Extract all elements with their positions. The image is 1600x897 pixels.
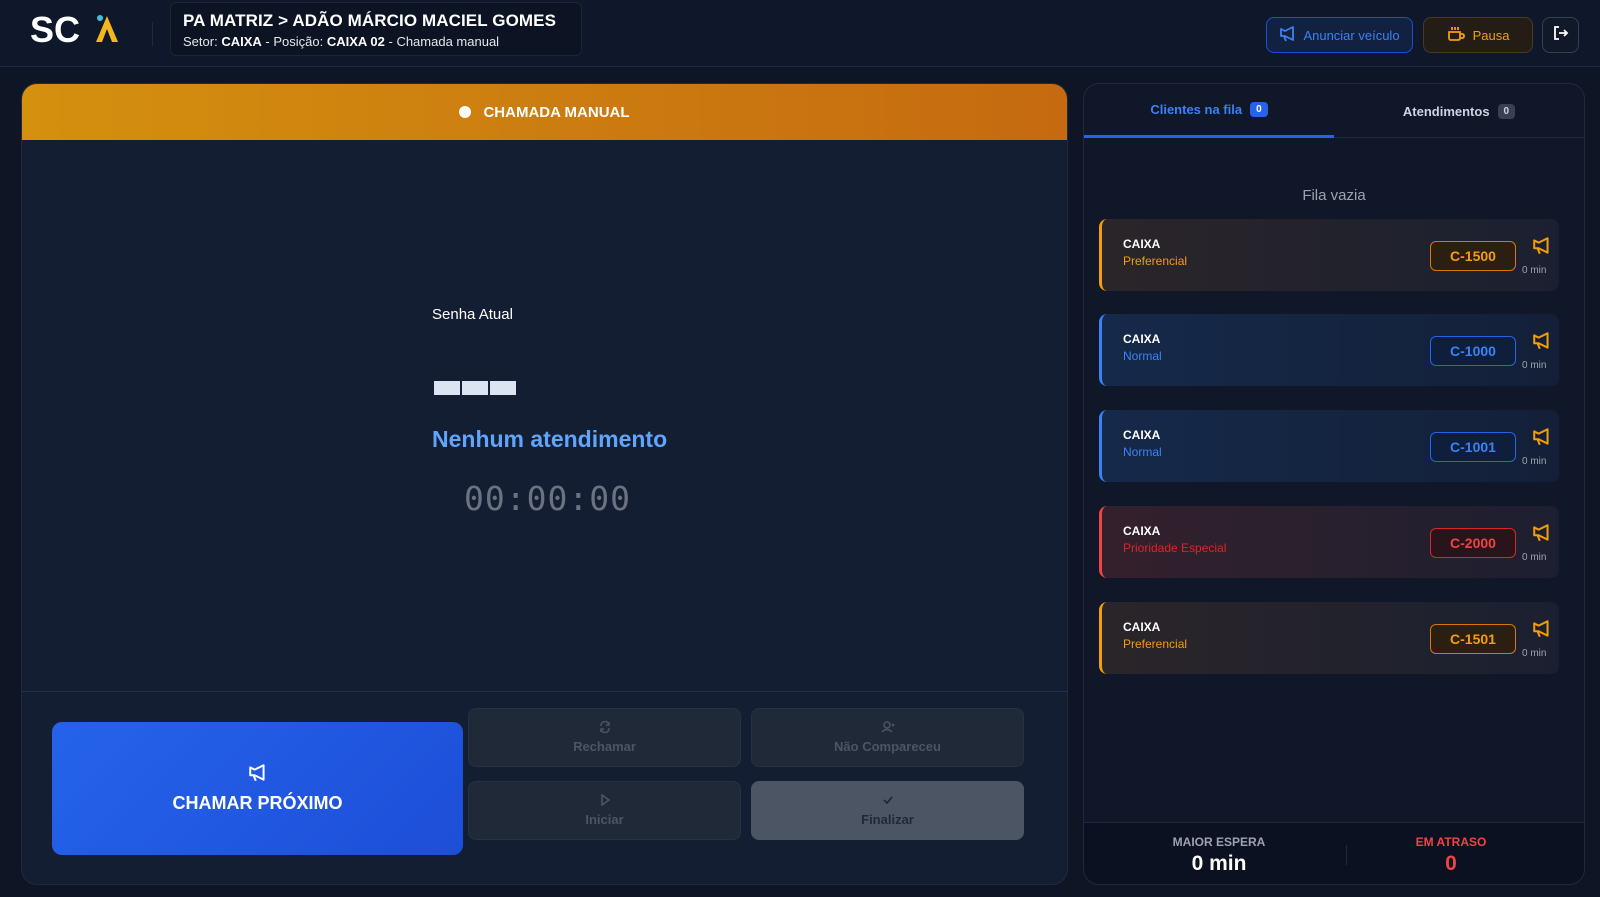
pause-label: Pausa [1472, 27, 1510, 43]
finish-button[interactable]: Finalizar [751, 781, 1024, 840]
logout-button[interactable] [1542, 17, 1579, 53]
late-stat: EM ATRASO 0 [1326, 835, 1576, 876]
refresh-icon [599, 720, 611, 736]
position-subtitle: Setor: CAIXA - Posição: CAIXA 02 - Chama… [183, 34, 569, 49]
call-ticket-icon[interactable] [1532, 524, 1554, 544]
ticket-code-badge: C-2000 [1430, 528, 1516, 558]
recall-button[interactable]: Rechamar [468, 708, 741, 767]
queue-item-type: Normal [1123, 349, 1162, 363]
queue-item[interactable]: CAIXA Prioridade Especial C-2000 0 min [1099, 506, 1559, 578]
recall-label: Rechamar [573, 739, 636, 754]
setor-value: CAIXA [221, 34, 262, 49]
wait-time: 0 min [1522, 265, 1547, 276]
top-header: SC PA MATRIZ > ADÃO MÁRCIO MACIEL GOMES … [0, 0, 1600, 67]
setor-label: Setor: [183, 34, 218, 49]
check-icon [882, 794, 894, 809]
finish-label: Finalizar [861, 812, 914, 827]
ticket-code-badge: C-1501 [1430, 624, 1516, 654]
announce-vehicle-button[interactable]: Anunciar veículo [1266, 17, 1413, 53]
pause-button[interactable]: Pausa [1423, 17, 1533, 53]
call-ticket-icon[interactable] [1532, 620, 1554, 640]
location-title-box: PA MATRIZ > ADÃO MÁRCIO MACIEL GOMES Set… [170, 2, 582, 56]
call-ticket-icon[interactable] [1532, 237, 1554, 257]
svg-text:SC: SC [30, 10, 80, 50]
coffee-icon [1447, 26, 1465, 45]
call-ticket-icon[interactable] [1532, 332, 1554, 352]
queue-item-type: Prioridade Especial [1123, 541, 1227, 555]
wait-time: 0 min [1522, 456, 1547, 467]
ticket-placeholder-block [462, 381, 488, 395]
queue-item-sector: CAIXA [1123, 620, 1161, 634]
call-ticket-icon[interactable] [1532, 428, 1554, 448]
tab-label: Atendimentos [1402, 103, 1490, 119]
ticket-code-badge: C-1500 [1430, 241, 1516, 271]
call-next-label: CHAMAR PRÓXIMO [172, 792, 343, 813]
play-icon [599, 793, 611, 809]
queue-item-sector: CAIXA [1123, 524, 1161, 538]
start-button[interactable]: Iniciar [468, 781, 741, 840]
call-mode-text: - Chamada manual [388, 34, 500, 49]
queue-stats-footer: MAIOR ESPERA 0 min EM ATRASO 0 [1084, 822, 1584, 884]
actions-divider [22, 691, 1067, 692]
queue-item-type: Preferencial [1123, 637, 1188, 651]
current-ticket-placeholder [434, 381, 516, 395]
ticket-placeholder-block [434, 381, 460, 395]
start-label: Iniciar [585, 812, 624, 827]
service-timer: 00:00:00 [464, 479, 631, 518]
queue-item-type: Preferencial [1123, 254, 1188, 268]
banner-label: CHAMADA MANUAL [483, 103, 630, 121]
max-wait-value: 0 min [1191, 852, 1247, 875]
megaphone-icon [1279, 25, 1297, 45]
call-mode-banner: CHAMADA MANUAL [22, 84, 1067, 140]
app-logo: SC [30, 9, 125, 50]
current-ticket-label: Senha Atual [432, 306, 513, 323]
status-dot-icon [459, 106, 472, 118]
queue-item-sector: CAIXA [1123, 428, 1161, 442]
tab-clients-in-queue[interactable]: Clientes na fila 0 [1084, 84, 1334, 138]
tab-label: Clientes na fila [1150, 102, 1243, 117]
wait-time: 0 min [1522, 360, 1547, 371]
ticket-code-badge: C-1001 [1430, 432, 1516, 462]
queue-item-sector: CAIXA [1123, 332, 1161, 346]
ticket-placeholder-block [490, 381, 516, 395]
posicao-value: CAIXA 02 [326, 34, 385, 49]
wait-time: 0 min [1522, 648, 1547, 659]
queue-item[interactable]: CAIXA Normal C-1000 0 min [1099, 314, 1559, 386]
tab-attendances[interactable]: Atendimentos 0 [1334, 84, 1584, 138]
tab-count-badge: 0 [1497, 103, 1516, 119]
empty-queue-text: Fila vazia [1302, 187, 1366, 204]
ticket-code-badge: C-1000 [1430, 336, 1516, 366]
posicao-label: - Posição: [265, 34, 324, 49]
queue-item[interactable]: CAIXA Preferencial C-1501 0 min [1099, 602, 1559, 674]
queue-tabs: Clientes na fila 0 Atendimentos 0 [1084, 84, 1584, 138]
header-divider [152, 22, 153, 46]
no-show-label: Não Compareceu [834, 739, 941, 754]
call-panel: CHAMADA MANUAL Senha Atual Nenhum atendi… [21, 83, 1068, 885]
tab-count-badge: 0 [1250, 102, 1268, 117]
megaphone-icon [248, 763, 268, 787]
late-value: 0 [1445, 852, 1457, 875]
wait-time: 0 min [1522, 552, 1547, 563]
user-x-icon [880, 721, 895, 736]
queue-panel: Clientes na fila 0 Atendimentos 0 Fila v… [1083, 83, 1585, 885]
max-wait-label: MAIOR ESPERA [1172, 835, 1266, 849]
queue-item[interactable]: CAIXA Preferencial C-1500 0 min [1099, 219, 1559, 291]
page-title: PA MATRIZ > ADÃO MÁRCIO MACIEL GOMES [183, 11, 557, 30]
announce-label: Anunciar veículo [1303, 27, 1400, 43]
max-wait-stat: MAIOR ESPERA 0 min [1094, 835, 1344, 876]
queue-item-type: Normal [1123, 445, 1162, 459]
logout-icon [1553, 25, 1569, 46]
no-show-button[interactable]: Não Compareceu [751, 708, 1024, 767]
queue-item-sector: CAIXA [1123, 237, 1161, 251]
late-label: EM ATRASO [1415, 835, 1487, 849]
service-status-text: Nenhum atendimento [432, 426, 668, 452]
call-next-button[interactable]: CHAMAR PRÓXIMO [52, 722, 463, 855]
queue-item[interactable]: CAIXA Normal C-1001 0 min [1099, 410, 1559, 482]
